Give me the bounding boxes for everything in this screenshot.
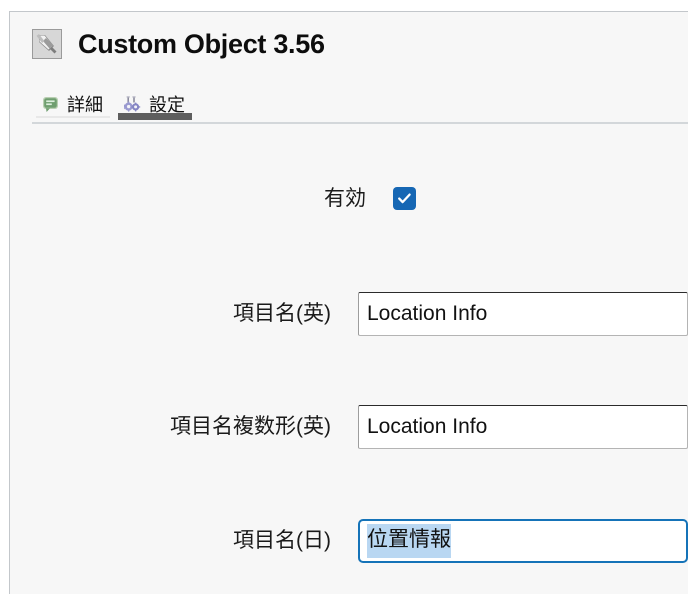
speech-bubble-icon [42, 96, 59, 113]
name-plural-en-input[interactable] [358, 405, 688, 449]
label-name-ja: 項目名(日) [233, 529, 331, 553]
gears-icon [124, 96, 141, 113]
tab-settings[interactable]: 設定 [114, 91, 196, 120]
label-name-plural-en: 項目名複数形(英) [170, 415, 331, 439]
control-name-plural-en [358, 405, 688, 449]
label-enabled: 有効 [324, 187, 366, 210]
page-title: Custom Object 3.56 [78, 28, 325, 59]
label-name-en: 項目名(英) [233, 302, 331, 326]
settings-form: 有効 項目名(英) 項目名複数形(英) [10, 124, 688, 594]
name-ja-input[interactable]: 位置情報 [358, 519, 688, 563]
app-window: Custom Object 3.56 詳細 設定 有効 項目名(英) Locat… [0, 0, 688, 594]
tab-bar: 詳細 設定 [32, 91, 688, 124]
check-icon [398, 193, 411, 204]
tab-detail-label: 詳細 [67, 94, 103, 115]
tab-strip: 詳細 設定 [32, 91, 196, 120]
enabled-checkbox[interactable] [393, 187, 416, 211]
title-row: Custom Object 3.56 [32, 29, 325, 59]
field-row-enabled: 有効 [10, 187, 688, 211]
control-name-en [358, 292, 688, 336]
control-name-ja: 位置情報 [358, 519, 688, 563]
field-row-name-ja: 項目名(日) 位置情報 [10, 519, 688, 563]
field-row-name-en: 項目名(英) [10, 292, 688, 336]
tab-settings-label: 設定 [149, 94, 185, 115]
tab-detail[interactable]: 詳細 [32, 91, 114, 118]
content-panel: Custom Object 3.56 詳細 設定 有効 項目名(英) Locat… [9, 11, 688, 594]
field-row-name-plural-en: 項目名複数形(英) [10, 405, 688, 449]
control-enabled [393, 187, 416, 211]
plug-connector-icon [32, 29, 62, 59]
name-en-input[interactable] [358, 292, 688, 336]
tab-detail-underline [36, 116, 110, 118]
page-header: Custom Object 3.56 詳細 設定 [10, 12, 688, 124]
tab-settings-underline [118, 113, 192, 120]
name-ja-input-value: 位置情報 [367, 524, 451, 558]
